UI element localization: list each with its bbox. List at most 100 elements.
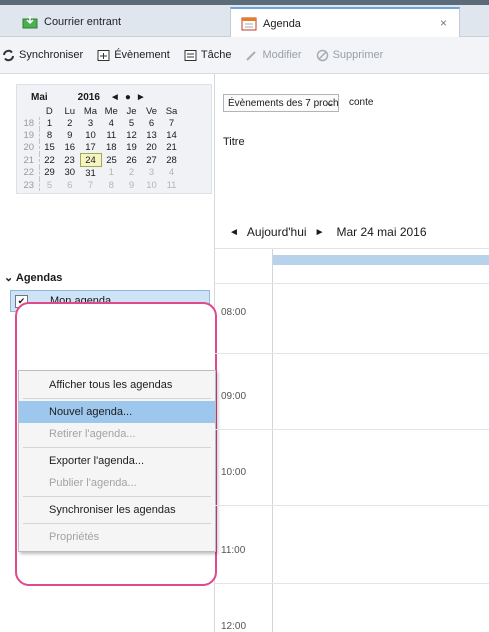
week-number: 20 xyxy=(19,141,40,154)
mini-calendar-day[interactable]: 5 xyxy=(39,179,60,191)
mini-calendar-day[interactable]: 11 xyxy=(101,129,122,141)
mini-calendar-day[interactable]: 8 xyxy=(101,179,122,191)
inbox-icon xyxy=(22,16,38,29)
mini-calendar-day[interactable]: 28 xyxy=(162,154,182,167)
new-task-button[interactable]: Tâche xyxy=(184,49,231,62)
today-dot-icon[interactable]: ● xyxy=(125,92,136,103)
menu-show-all-agendas[interactable]: Afficher tous les agendas xyxy=(19,374,215,396)
calendar-icon xyxy=(241,17,257,30)
mini-calendar-day[interactable]: 4 xyxy=(162,167,182,180)
mini-calendar-day[interactable]: 5 xyxy=(122,117,142,129)
tab-inbox-label: Courrier entrant xyxy=(44,16,122,28)
tab-agenda[interactable]: Agenda × xyxy=(230,7,460,38)
agendas-title-label: Agendas xyxy=(15,272,63,284)
menu-separator xyxy=(23,496,211,497)
mini-calendar-day[interactable]: 24 xyxy=(79,153,102,167)
mini-calendar-day[interactable]: 9 xyxy=(122,179,142,191)
mini-calendar-day[interactable]: 3 xyxy=(80,117,101,129)
mini-calendar-day[interactable]: 9 xyxy=(60,129,81,141)
new-event-button[interactable]: Évènement xyxy=(97,49,170,62)
mini-calendar-day[interactable]: 2 xyxy=(60,117,81,129)
mini-calendar-day[interactable]: 26 xyxy=(122,154,142,167)
mini-calendar-day[interactable]: 4 xyxy=(101,117,122,129)
modify-button[interactable]: Modifier xyxy=(245,49,302,62)
event-range-select[interactable]: Évènements des 7 prochains jours ⌄ xyxy=(223,94,339,112)
prev-month-icon[interactable]: ◄ xyxy=(110,92,125,103)
mini-calendar-week: 22 29 30 31 1 2 3 4 xyxy=(19,166,182,180)
chevron-down-icon: ⌄ xyxy=(325,98,334,109)
mini-calendar-day[interactable]: 19 xyxy=(122,141,142,154)
menu-item-label: Synchroniser les agendas xyxy=(49,504,176,516)
delete-button[interactable]: Supprimer xyxy=(316,49,384,62)
mini-calendar-day[interactable]: 20 xyxy=(142,141,162,154)
weekday-header: D xyxy=(45,105,53,117)
hour-line xyxy=(215,505,489,506)
mini-calendar-day[interactable]: 18 xyxy=(101,141,122,154)
mini-calendar-day[interactable]: 8 xyxy=(39,129,60,141)
agendas-section-title[interactable]: ⌄ Agendas xyxy=(4,271,62,284)
mini-calendar-day[interactable]: 25 xyxy=(101,154,122,167)
today-button[interactable]: Aujourd'hui xyxy=(247,225,307,239)
mini-calendar-day[interactable]: 17 xyxy=(80,141,101,154)
contains-label: conte xyxy=(349,97,374,108)
mini-calendar-day[interactable]: 7 xyxy=(80,179,101,191)
mini-calendar-day[interactable]: 31 xyxy=(80,167,101,180)
mini-calendar-year[interactable]: 2016 xyxy=(78,92,100,103)
menu-sync-agendas[interactable]: Synchroniser les agendas xyxy=(19,499,215,521)
menu-publish-agenda[interactable]: Publier l'agenda... xyxy=(19,472,215,494)
mini-calendar-day[interactable]: 1 xyxy=(101,167,122,180)
all-day-strip[interactable] xyxy=(273,255,489,265)
mini-calendar-day[interactable]: 29 xyxy=(39,167,60,180)
mini-calendar-day[interactable]: 22 xyxy=(39,154,60,167)
menu-remove-agenda[interactable]: Retirer l'agenda... xyxy=(19,423,215,445)
current-date-label: Mar 24 mai 2016 xyxy=(336,225,427,239)
mini-calendar-day[interactable]: 14 xyxy=(162,129,182,141)
time-label: 08:00 xyxy=(221,307,247,318)
mini-calendar-day[interactable]: 7 xyxy=(162,117,182,129)
next-month-icon[interactable]: ► xyxy=(136,92,151,103)
mini-calendar-day[interactable]: 15 xyxy=(39,141,60,154)
mini-calendar-day[interactable]: 30 xyxy=(60,167,81,180)
mini-calendar-day[interactable]: 10 xyxy=(142,179,162,191)
tab-inbox[interactable]: Courrier entrant xyxy=(12,9,222,35)
mini-calendar-day[interactable]: 11 xyxy=(162,179,182,191)
close-tab-icon[interactable]: × xyxy=(440,16,447,30)
hour-line xyxy=(215,283,489,284)
mini-calendar-day[interactable]: 13 xyxy=(142,129,162,141)
mini-calendar-day[interactable]: 23 xyxy=(60,154,81,167)
mini-calendar-day[interactable]: 12 xyxy=(122,129,142,141)
mini-calendar-day[interactable]: 6 xyxy=(142,117,162,129)
menu-item-label: Afficher tous les agendas xyxy=(49,379,173,391)
mini-calendar-day[interactable]: 10 xyxy=(80,129,101,141)
sync-button[interactable]: Synchroniser xyxy=(2,49,83,62)
mini-calendar-day[interactable]: 6 xyxy=(60,179,81,191)
mini-calendar-day[interactable]: 16 xyxy=(60,141,81,154)
column-header-title[interactable]: Titre xyxy=(223,136,245,148)
mini-calendar-grid: D Lu Ma Me Je Ve Sa 18 1 2 3 4 5 6 7 19 8 9 10 11 12 13 14 20 1… xyxy=(19,105,182,191)
mini-calendar-month[interactable]: Mai xyxy=(31,92,48,103)
delete-label: Supprimer xyxy=(332,49,384,61)
menu-new-agenda[interactable]: Nouvel agenda... xyxy=(19,401,215,423)
next-day-icon[interactable]: ► xyxy=(315,227,325,238)
menu-properties[interactable]: Propriétés xyxy=(19,526,215,548)
mini-calendar-day[interactable]: 21 xyxy=(162,141,182,154)
weekday-header: Ve xyxy=(145,105,158,117)
mini-calendar-day[interactable]: 27 xyxy=(142,154,162,167)
time-label: 12:00 xyxy=(221,621,247,632)
hour-line xyxy=(215,429,489,430)
event-list: Titre xyxy=(215,130,489,220)
prev-day-icon[interactable]: ◄ xyxy=(229,227,239,238)
mini-calendar-day[interactable]: 1 xyxy=(39,117,60,129)
week-number: 21 xyxy=(19,153,40,167)
mini-calendar-day[interactable]: 3 xyxy=(142,167,162,180)
mini-calendar-week: 19 8 9 10 11 12 13 14 xyxy=(19,129,182,141)
time-column-divider xyxy=(272,283,273,632)
collapse-icon[interactable]: ⌄ xyxy=(4,272,16,284)
time-grid[interactable]: 08:00 09:00 10:00 11:00 12:00 xyxy=(215,283,489,632)
weekday-header: Sa xyxy=(165,105,178,117)
menu-export-agenda[interactable]: Exporter l'agenda... xyxy=(19,450,215,472)
menu-item-label: Nouvel agenda... xyxy=(49,406,133,418)
mini-calendar-day[interactable]: 2 xyxy=(122,167,142,180)
week-number: 19 xyxy=(19,129,40,141)
weekday-header: Ma xyxy=(83,105,98,117)
